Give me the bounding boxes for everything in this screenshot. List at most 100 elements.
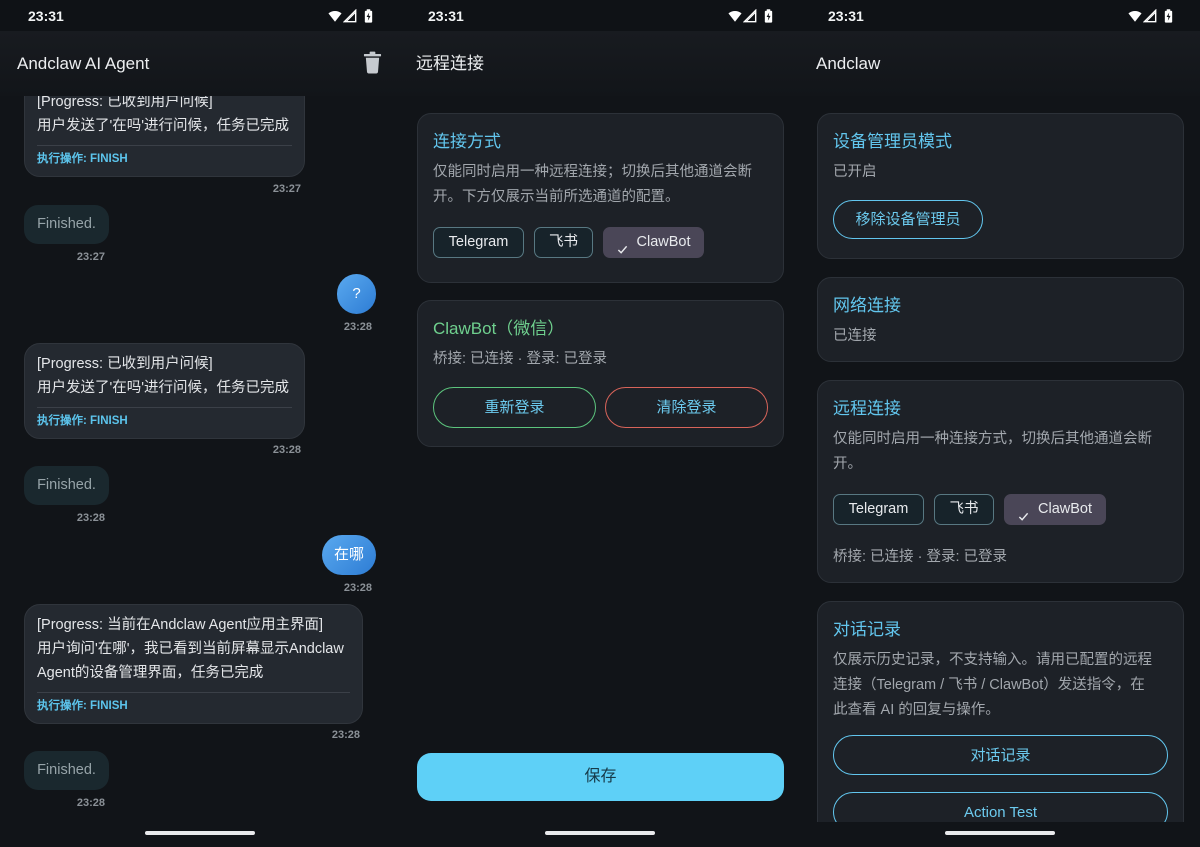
agent-status-message: Finished. (24, 205, 109, 244)
card-description: 仅展示历史记录，不支持输入。请用已配置的远程 连接（Telegram / 飞书 … (833, 648, 1168, 723)
battery-icon (1164, 9, 1173, 23)
action-test-button[interactable]: Action Test (833, 792, 1168, 822)
settings-scroll-area[interactable]: 设备管理员模式 已开启 移除设备管理员 网络连接 已连接 远程连接 仅能同时启用… (800, 96, 1200, 822)
chip-label: ClawBot (636, 234, 691, 250)
network-card: 网络连接 已连接 (817, 277, 1184, 362)
app-bar: Andclaw (800, 31, 1200, 96)
message-line: [Progress: 已收到用户问候] (37, 96, 213, 110)
message-line: 用户发送了'在吗'进行问候，任务已完成 (37, 118, 290, 134)
description-line: 仅能同时启用一种远程连接；切换后其他通道会断 (433, 164, 752, 180)
status-icons (1128, 8, 1174, 23)
message-time: 23:27 (76, 251, 105, 263)
clear-login-button[interactable]: 清除登录 (605, 387, 768, 428)
page-title: Andclaw (816, 54, 881, 73)
chip-clawbot[interactable]: ClawBot (1004, 494, 1106, 525)
battery-icon (764, 9, 773, 23)
action-label: 执行操作: FINISH (37, 153, 128, 165)
chip-telegram[interactable]: Telegram (433, 227, 524, 258)
description-line: 连接（Telegram / 飞书 / ClawBot）发送指令，在 (833, 677, 1145, 693)
status-time: 23:31 (428, 8, 464, 24)
button-row: 重新登录 清除登录 (433, 387, 768, 428)
save-button[interactable]: 保存 (417, 753, 784, 801)
agent-status-message: Finished. (24, 466, 109, 505)
message-time: 23:28 (343, 582, 372, 594)
message-line: [Progress: 已收到用户问候] (37, 356, 213, 372)
description-line: 仅展示历史记录，不支持输入。请用已配置的远程 (833, 652, 1152, 668)
chip-label: Telegram (448, 234, 509, 250)
device-admin-status: 已开启 (833, 164, 877, 180)
signal-icon (1142, 8, 1157, 23)
network-status: 已连接 (833, 328, 877, 344)
card-heading: 设备管理员模式 (833, 132, 952, 151)
card-heading: 远程连接 (833, 399, 901, 418)
card-description: 仅能同时启用一种远程连接；切换后其他通道会断 开。下方仅展示当前所选通道的配置。 (433, 160, 768, 210)
message-line: 用户询问'在哪'，我已看到当前屏幕显示Andclaw (37, 641, 344, 657)
clear-chat-button[interactable] (359, 48, 386, 79)
chip-telegram[interactable]: Telegram (833, 494, 924, 525)
gesture-nav-handle[interactable] (545, 831, 655, 835)
page-title: Andclaw AI Agent (17, 54, 150, 73)
chip-label: 飞书 (549, 234, 578, 250)
agent-message: [Progress: 已收到用户问候] 用户发送了'在吗'进行问候，任务已完成 … (24, 96, 305, 177)
agent-status-message: Finished. (24, 751, 109, 790)
agent-message: [Progress: 当前在Andclaw Agent应用主界面] 用户询问'在… (24, 604, 363, 724)
signal-icon (342, 8, 357, 23)
card-heading: 对话记录 (833, 620, 901, 639)
wifi-icon (1128, 9, 1142, 23)
page-title: 远程连接 (416, 54, 484, 73)
app-bar: 远程连接 (400, 31, 800, 96)
chat-history-card: 对话记录 仅展示历史记录，不支持输入。请用已配置的远程 连接（Telegram … (817, 601, 1184, 822)
divider (37, 145, 292, 146)
message-time: 23:28 (76, 512, 105, 524)
status-icons (728, 8, 774, 23)
user-message: 在哪 (322, 535, 376, 575)
message-time: 23:28 (76, 797, 105, 809)
message-line: [Progress: 当前在Andclaw Agent应用主界面] (37, 617, 324, 633)
remote-connection-card: 远程连接 仅能同时启用一种连接方式，切换后其他通道会断 开。 Telegram … (817, 380, 1184, 583)
channel-chip-group: Telegram 飞书 ClawBot (433, 227, 768, 258)
divider (37, 692, 350, 693)
gesture-nav-handle[interactable] (945, 831, 1055, 835)
home-screen: 23:31 Andclaw 设备管理员模式 已开启 移除设备管理员 网络连接 已… (800, 0, 1200, 847)
message-line: Agent的设备管理界面，任务已完成 (37, 665, 264, 681)
message-line: 用户发送了'在吗'进行问候，任务已完成 (37, 380, 290, 396)
wifi-icon (328, 9, 342, 23)
chip-feishu[interactable]: 飞书 (934, 494, 994, 525)
card-heading: ClawBot（微信） (433, 319, 565, 338)
chat-screen: 23:31 Andclaw AI Agent [Progress: 已收到用户问… (0, 0, 400, 847)
battery-icon (364, 9, 373, 23)
chip-label: Telegram (848, 501, 909, 517)
relogin-button[interactable]: 重新登录 (433, 387, 596, 428)
chip-feishu[interactable]: 飞书 (534, 227, 593, 258)
connection-status: 桥接: 已连接 · 登录: 已登录 (833, 549, 1007, 565)
description-line: 开。 (833, 456, 862, 472)
card-heading: 网络连接 (833, 296, 901, 315)
chip-clawbot[interactable]: ClawBot (603, 227, 704, 258)
app-bar: Andclaw AI Agent (0, 31, 400, 96)
connection-status: 桥接: 已连接 · 登录: 已登录 (433, 351, 607, 367)
message-time: 23:27 (272, 183, 301, 195)
wifi-icon (728, 9, 742, 23)
status-time: 23:31 (28, 8, 64, 24)
check-icon (1018, 504, 1029, 521)
chat-history-button[interactable]: 对话记录 (833, 735, 1168, 775)
connection-method-card: 连接方式 仅能同时启用一种远程连接；切换后其他通道会断 开。下方仅展示当前所选通… (417, 113, 784, 283)
check-icon (617, 237, 628, 254)
card-heading: 连接方式 (433, 132, 501, 151)
action-label: 执行操作: FINISH (37, 415, 128, 427)
chat-message-list[interactable]: [Progress: 已收到用户问候] 用户发送了'在吗'进行问候，任务已完成 … (0, 96, 400, 822)
chip-label: 飞书 (949, 501, 979, 517)
remove-device-admin-button[interactable]: 移除设备管理员 (833, 200, 983, 239)
signal-icon (742, 8, 757, 23)
status-icons (328, 8, 374, 23)
agent-message: [Progress: 已收到用户问候] 用户发送了'在吗'进行问候，任务已完成 … (24, 343, 305, 439)
card-description: 仅能同时启用一种连接方式，切换后其他通道会断 开。 (833, 427, 1168, 477)
chip-label: ClawBot (1038, 501, 1092, 517)
channel-chip-group: Telegram 飞书 ClawBot (833, 494, 1168, 525)
divider (37, 407, 292, 408)
gesture-nav-handle[interactable] (145, 831, 255, 835)
message-time: 23:28 (331, 729, 360, 741)
message-time: 23:28 (343, 321, 372, 333)
message-time: 23:28 (272, 444, 301, 456)
description-line: 开。下方仅展示当前所选通道的配置。 (433, 189, 680, 205)
